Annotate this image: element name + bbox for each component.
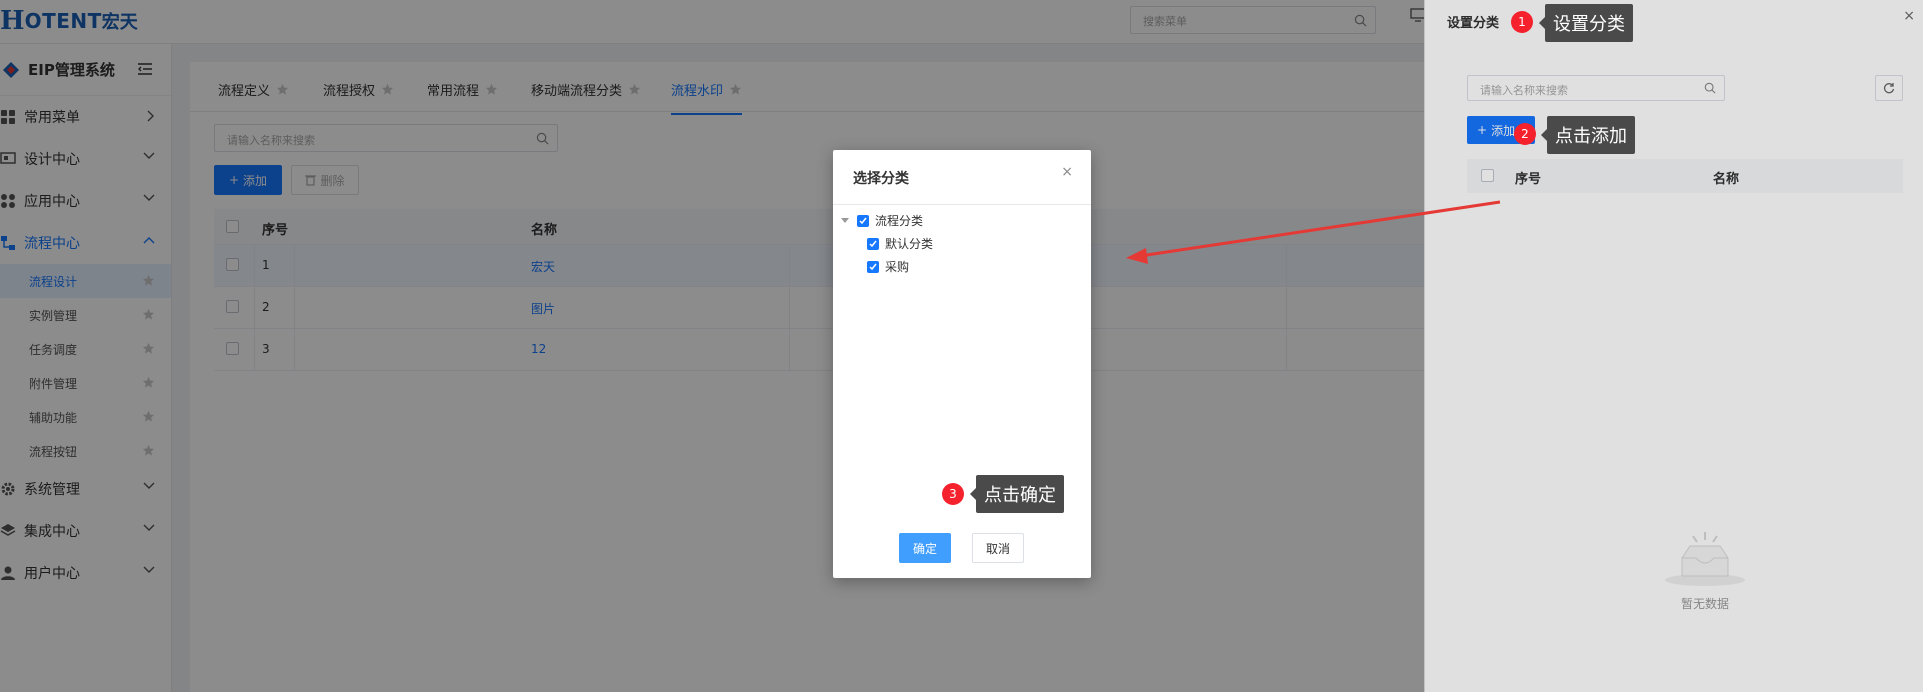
close-icon[interactable]: ×	[1061, 164, 1073, 180]
tree-node-root[interactable]: 流程分类	[841, 212, 923, 229]
dialog-divider	[833, 204, 1091, 205]
tree-checkbox[interactable]	[867, 237, 879, 250]
tree-checkbox[interactable]	[857, 214, 869, 227]
step-badge-2: 2	[1514, 123, 1536, 145]
modal-overlay	[0, 0, 1424, 692]
select-category-dialog: 选择分类 × 流程分类 默认分类 采购 确定 取消	[833, 150, 1091, 578]
cancel-button[interactable]: 取消	[972, 533, 1024, 563]
tree-checkbox[interactable]	[867, 260, 879, 273]
drawer-overlay	[1424, 0, 1923, 692]
tree-node-default[interactable]: 默认分类	[867, 235, 933, 252]
tree-node-label: 默认分类	[885, 237, 934, 251]
tree-node-label: 流程分类	[875, 214, 924, 228]
check-icon	[859, 217, 867, 224]
step-badge-1: 1	[1511, 11, 1533, 33]
caret-down-icon[interactable]	[841, 218, 849, 223]
callout-set-category: 设置分类	[1539, 4, 1633, 42]
step-badge-3: 3	[942, 483, 964, 505]
check-icon	[869, 240, 877, 247]
confirm-button[interactable]: 确定	[899, 533, 951, 563]
dialog-title: 选择分类	[853, 171, 909, 187]
callout-click-confirm: 点击确定	[970, 475, 1064, 513]
callout-click-add: 点击添加	[1541, 116, 1635, 154]
check-icon	[869, 263, 877, 270]
tree-node-purchase[interactable]: 采购	[867, 258, 909, 275]
tree-node-label: 采购	[885, 260, 910, 274]
